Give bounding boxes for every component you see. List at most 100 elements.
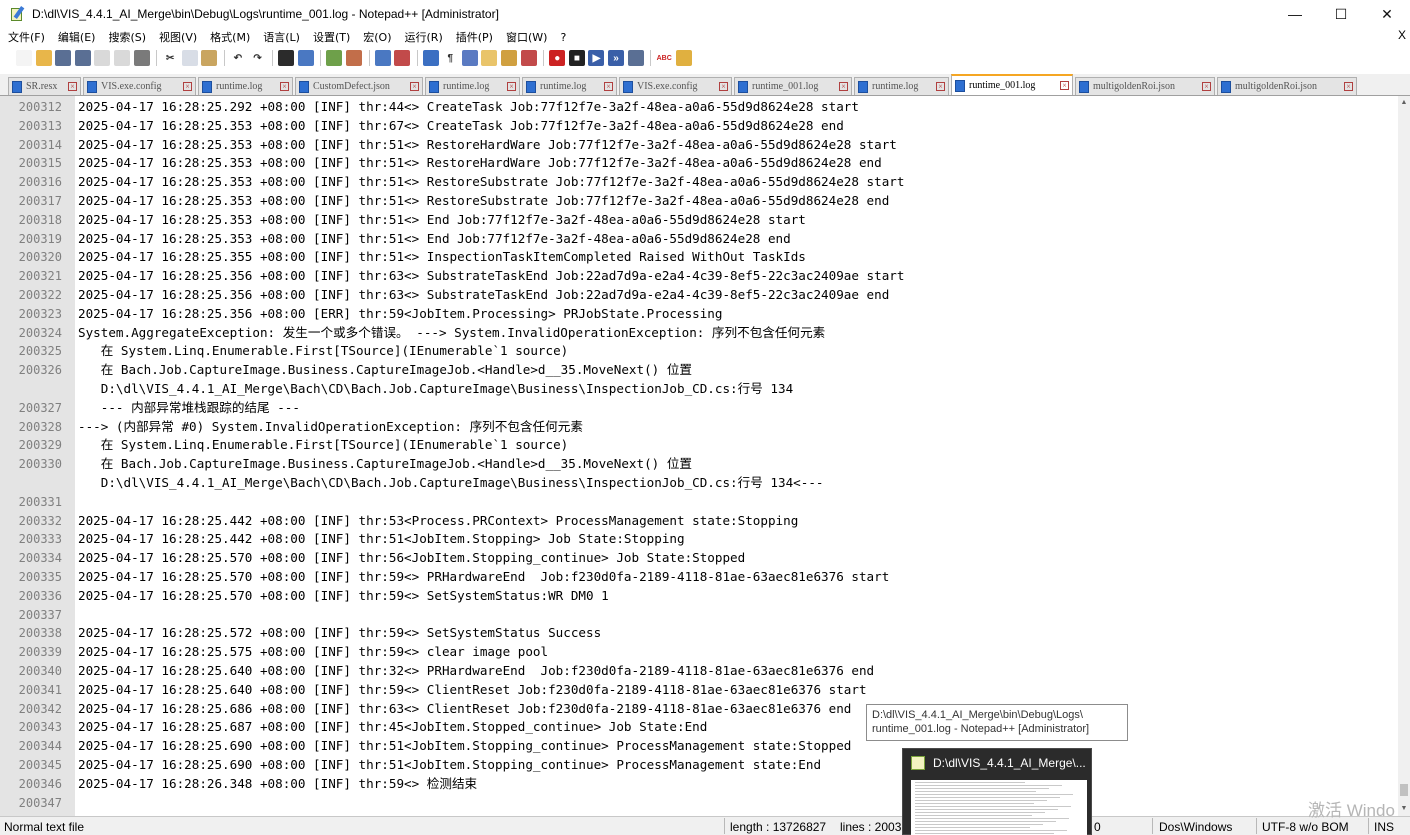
editor-line[interactable]: 200321 2025-04-17 16:28:25.356 +08:00 [IN… <box>0 267 1398 286</box>
tab-close-icon[interactable]: × <box>68 82 77 91</box>
menu-format[interactable]: 格式(M) <box>202 29 255 45</box>
editor-line[interactable]: 200331 <box>0 493 1398 512</box>
editor-line[interactable]: 200341 2025-04-17 16:28:25.640 +08:00 [IN… <box>0 681 1398 700</box>
tab-runtime-log[interactable]: runtime.log × <box>198 77 293 95</box>
taskbar-thumbnail-preview[interactable]: D:\dl\VIS_4.4.1_AI_Merge\... <box>902 748 1092 835</box>
editor-line[interactable]: 200335 2025-04-17 16:28:25.570 +08:00 [IN… <box>0 568 1398 587</box>
spell-check-icon[interactable]: ABC <box>656 50 673 66</box>
save-macro-icon[interactable] <box>627 50 644 66</box>
scrollbar-thumb[interactable] <box>1400 784 1408 796</box>
editor-line[interactable]: 200327 --- 内部异常堆栈跟踪的结尾 --- <box>0 399 1398 418</box>
editor-line[interactable]: 200315 2025-04-17 16:28:25.353 +08:00 [IN… <box>0 154 1398 173</box>
close-file-icon[interactable] <box>94 50 111 66</box>
tab-runtime-log[interactable]: runtime.log × <box>425 77 520 95</box>
text-editor[interactable]: 200312 2025-04-17 16:28:25.292 +08:00 [IN… <box>0 96 1398 816</box>
editor-line[interactable]: 200332 2025-04-17 16:28:25.442 +08:00 [IN… <box>0 512 1398 531</box>
find-icon[interactable] <box>278 50 295 66</box>
tab-runtime-001-log[interactable]: runtime_001.log × <box>734 77 852 95</box>
editor-line[interactable]: 200323 2025-04-17 16:28:25.356 +08:00 [ER… <box>0 305 1398 324</box>
record-macro-icon[interactable]: ● <box>549 50 566 66</box>
doc-map-icon[interactable] <box>501 50 518 66</box>
close-document-button[interactable]: X <box>1398 28 1406 42</box>
editor-line[interactable]: 200326 在 Bach.Job.CaptureImage.Business.… <box>0 361 1398 380</box>
menu-language[interactable]: 语言(L) <box>255 29 305 45</box>
editor-line[interactable]: 200328 ---> (内部异常 #0) System.InvalidOpera… <box>0 418 1398 437</box>
show-all-chars-icon[interactable]: ¶ <box>442 50 459 66</box>
close-all-icon[interactable] <box>113 50 130 66</box>
tab-close-icon[interactable]: × <box>719 82 728 91</box>
open-file-icon[interactable] <box>35 50 52 66</box>
editor-line[interactable]: 200318 2025-04-17 16:28:25.353 +08:00 [IN… <box>0 211 1398 230</box>
indent-guide-icon[interactable] <box>461 50 478 66</box>
menu-plugins[interactable]: 插件(P) <box>448 29 498 45</box>
function-list-icon[interactable] <box>520 50 537 66</box>
scroll-up-arrow-icon[interactable]: ▲ <box>1398 96 1410 110</box>
sync-vertical-icon[interactable] <box>374 50 391 66</box>
editor-line[interactable]: 200324 System.AggregateException: 发生一个或多个… <box>0 324 1398 343</box>
menu-help[interactable]: ? <box>552 31 571 44</box>
status-eol[interactable]: Dos\Windows <box>1159 820 1232 834</box>
new-file-icon[interactable] <box>16 50 32 66</box>
tab-close-icon[interactable]: × <box>839 82 848 91</box>
redo-icon[interactable]: ↷ <box>249 50 266 66</box>
zoom-in-icon[interactable] <box>326 50 343 66</box>
sync-horizontal-icon[interactable] <box>394 50 411 66</box>
tab-multigoldenroi-json[interactable]: multigoldenRoi.json × <box>1217 77 1357 95</box>
undo-icon[interactable]: ↶ <box>229 50 246 66</box>
editor-line[interactable]: 200336 2025-04-17 16:28:25.570 +08:00 [IN… <box>0 587 1398 606</box>
tab-close-icon[interactable]: × <box>1060 81 1069 90</box>
save-all-icon[interactable] <box>74 50 91 66</box>
editor-line[interactable]: 200343 2025-04-17 16:28:25.687 +08:00 [IN… <box>0 718 1398 737</box>
editor-line[interactable]: 200325 在 System.Linq.Enumerable.First[TS… <box>0 342 1398 361</box>
menu-settings[interactable]: 设置(T) <box>305 29 355 45</box>
word-wrap-icon[interactable] <box>422 50 439 66</box>
menu-edit[interactable]: 编辑(E) <box>50 29 101 45</box>
play-macro-icon[interactable]: ▶ <box>588 50 605 66</box>
close-button[interactable]: ✕ <box>1364 0 1410 28</box>
editor-line[interactable]: 200320 2025-04-17 16:28:25.355 +08:00 [IN… <box>0 248 1398 267</box>
plugin-icon[interactable] <box>675 50 692 66</box>
editor-line[interactable]: 200346 2025-04-17 16:28:26.348 +08:00 [IN… <box>0 775 1398 794</box>
tab-close-icon[interactable]: × <box>604 82 613 91</box>
status-insert-mode[interactable]: INS <box>1374 820 1394 834</box>
tab-customdefect-json[interactable]: CustomDefect.json × <box>295 77 423 95</box>
menu-view[interactable]: 视图(V) <box>151 29 202 45</box>
maximize-button[interactable]: ☐ <box>1318 0 1364 28</box>
editor-line[interactable]: 200342 2025-04-17 16:28:25.686 +08:00 [IN… <box>0 700 1398 719</box>
scroll-down-arrow-icon[interactable]: ▼ <box>1398 802 1410 816</box>
editor-line[interactable]: D:\dl\VIS_4.4.1_AI_Merge\Bach\CD\Bach.Jo… <box>0 474 1398 493</box>
tab-vis-exe-config[interactable]: VIS.exe.config × <box>83 77 196 95</box>
udl-icon[interactable] <box>481 50 498 66</box>
stop-record-icon[interactable]: ■ <box>568 50 585 66</box>
tab-runtime-001-log[interactable]: runtime_001.log × <box>951 74 1073 95</box>
save-icon[interactable] <box>55 50 72 66</box>
editor-line[interactable]: 200317 2025-04-17 16:28:25.353 +08:00 [IN… <box>0 192 1398 211</box>
tab-close-icon[interactable]: × <box>507 82 516 91</box>
editor-line[interactable]: 200322 2025-04-17 16:28:25.356 +08:00 [IN… <box>0 286 1398 305</box>
menu-run[interactable]: 运行(R) <box>397 29 448 45</box>
paste-icon[interactable] <box>201 50 218 66</box>
editor-line[interactable]: 200339 2025-04-17 16:28:25.575 +08:00 [IN… <box>0 643 1398 662</box>
editor-line[interactable]: 200312 2025-04-17 16:28:25.292 +08:00 [IN… <box>0 98 1398 117</box>
tab-close-icon[interactable]: × <box>410 82 419 91</box>
editor-line[interactable]: 200345 2025-04-17 16:28:25.690 +08:00 [IN… <box>0 756 1398 775</box>
tab-sr-resx[interactable]: SR.resx × <box>8 77 81 95</box>
menu-file[interactable]: 文件(F) <box>0 29 50 45</box>
editor-line[interactable]: 200316 2025-04-17 16:28:25.353 +08:00 [IN… <box>0 173 1398 192</box>
tab-runtime-log[interactable]: runtime.log × <box>854 77 949 95</box>
tab-close-icon[interactable]: × <box>183 82 192 91</box>
menu-macro[interactable]: 宏(O) <box>355 29 396 45</box>
editor-line[interactable]: 200313 2025-04-17 16:28:25.353 +08:00 [IN… <box>0 117 1398 136</box>
tab-close-icon[interactable]: × <box>1202 82 1211 91</box>
cut-icon[interactable]: ✂ <box>162 50 179 66</box>
editor-line[interactable]: 200329 在 System.Linq.Enumerable.First[TS… <box>0 436 1398 455</box>
menu-window[interactable]: 窗口(W) <box>498 29 552 45</box>
minimize-button[interactable]: — <box>1272 0 1318 28</box>
tab-runtime-log[interactable]: runtime.log × <box>522 77 617 95</box>
tab-multigoldenroi-json[interactable]: multigoldenRoi.json × <box>1075 77 1215 95</box>
tab-close-icon[interactable]: × <box>280 82 289 91</box>
editor-line[interactable]: 200338 2025-04-17 16:28:25.572 +08:00 [IN… <box>0 624 1398 643</box>
editor-line[interactable]: 200333 2025-04-17 16:28:25.442 +08:00 [IN… <box>0 530 1398 549</box>
print-icon[interactable] <box>133 50 150 66</box>
editor-line[interactable]: 200347 <box>0 794 1398 813</box>
